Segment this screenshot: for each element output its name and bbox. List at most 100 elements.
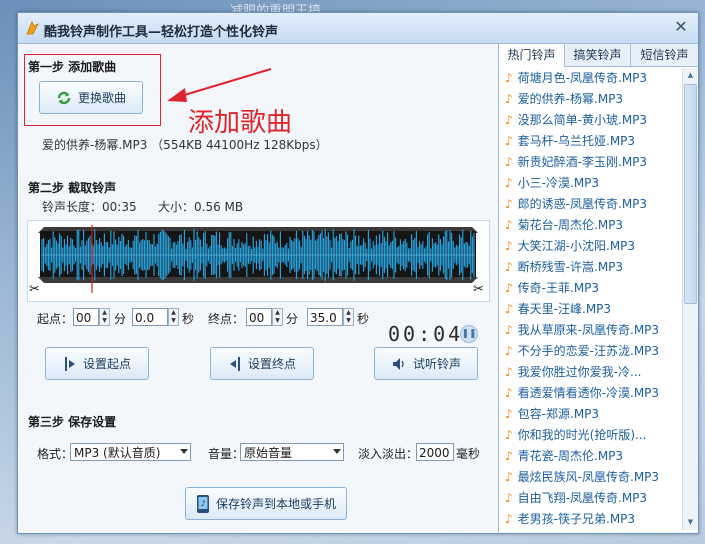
ringtone-item[interactable]: ♪ 不分手的恋爱-汪苏泷.MP3 bbox=[499, 341, 682, 362]
end-second-input[interactable]: 35.0 bbox=[307, 308, 343, 326]
start-minute-spinner[interactable]: ▲ ▼ bbox=[99, 308, 110, 326]
title-bar[interactable]: 酷我铃声制作工具—轻松打造个性化铃声 ✕ bbox=[18, 13, 698, 44]
ringtone-item[interactable]: ♪ 新贵妃醉酒-李玉刚.MP3 bbox=[499, 152, 682, 173]
end-minute-input[interactable]: 00 bbox=[246, 308, 272, 326]
ringtone-item[interactable]: ♪ 菊花台-周杰伦.MP3 bbox=[499, 215, 682, 236]
music-note-icon: ♪ bbox=[505, 302, 513, 316]
ringtone-item[interactable]: ♪ 你和我的时光(抢听版)... bbox=[499, 425, 682, 446]
music-note-icon: ♪ bbox=[505, 197, 513, 211]
ringtone-title: 包容-郑源.MP3 bbox=[517, 407, 600, 421]
ringtone-item[interactable]: ♪ 春天里-汪峰.MP3 bbox=[499, 299, 682, 320]
waveform-area[interactable]: ✂ ✂ bbox=[27, 220, 490, 302]
ringtone-item[interactable]: ♪ 断桥残雪-许嵩.MP3 bbox=[499, 257, 682, 278]
music-note-icon: ♪ bbox=[505, 92, 513, 106]
ringtone-item[interactable]: ♪ 青花瓷-周杰伦.MP3 bbox=[499, 446, 682, 467]
ringtone-list: ♪ 荷塘月色-凤凰传奇.MP3 ♪ 爱的供养-杨幂.MP3 ♪ 没那么简单-黄小琥.MP3… bbox=[499, 68, 682, 530]
music-note-icon: ♪ bbox=[505, 176, 513, 190]
pause-icon[interactable]: ❚❚ bbox=[460, 325, 478, 343]
phone-icon: ♪ bbox=[196, 494, 209, 513]
ringtone-item[interactable]: ♪ 没那么简单-黄小琥.MP3 bbox=[499, 110, 682, 131]
ringtone-item[interactable]: ♪ 传奇-王菲.MP3 bbox=[499, 278, 682, 299]
window-title: 酷我铃声制作工具—轻松打造个性化铃声 bbox=[44, 25, 279, 40]
ringtone-title: 我爱你胜过你爱我-冷... bbox=[517, 365, 642, 379]
ringtone-title: 没那么简单-黄小琥.MP3 bbox=[517, 113, 648, 127]
ringtone-title: 断桥残雪-许嵩.MP3 bbox=[517, 260, 624, 274]
length-value: 00:35 bbox=[102, 200, 137, 214]
set-start-label: 设置起点 bbox=[82, 357, 131, 371]
ringtone-item[interactable]: ♪ 自由飞翔-凤凰传奇.MP3 bbox=[499, 488, 682, 509]
music-note-icon: ♪ bbox=[505, 218, 513, 232]
format-value: MP3 (默认音质) bbox=[74, 446, 161, 460]
ringtone-item[interactable]: ♪ 郎的诱惑-凤凰传奇.MP3 bbox=[499, 194, 682, 215]
set-start-button[interactable]: 设置起点 bbox=[45, 347, 149, 380]
app-logo-icon bbox=[26, 21, 39, 35]
annotation-text: 添加歌曲 bbox=[188, 108, 293, 138]
ringtone-item[interactable]: ♪ 爱的供养-杨幂.MP3 bbox=[499, 89, 682, 110]
ringtone-size: 大小：0.56 MB bbox=[158, 198, 243, 215]
set-end-button[interactable]: 设置终点 bbox=[210, 347, 314, 380]
scroll-up-icon[interactable]: ▲ bbox=[684, 69, 697, 82]
ringtone-item[interactable]: ♪ 看透爱情看透你-冷漠.MP3 bbox=[499, 383, 682, 404]
ringtone-title: 传奇-王菲.MP3 bbox=[517, 281, 600, 295]
ringtone-item[interactable]: ♪ 我爱你胜过你爱我-冷... bbox=[499, 362, 682, 383]
music-note-icon: ♪ bbox=[505, 491, 513, 505]
change-song-button[interactable]: 更换歌曲 bbox=[39, 81, 143, 114]
ringtone-item[interactable]: ♪ 小三-冷漠.MP3 bbox=[499, 173, 682, 194]
ringtone-title: 看透爱情看透你-冷漠.MP3 bbox=[517, 386, 660, 400]
start-second-spinner[interactable]: ▲ ▼ bbox=[168, 308, 179, 326]
ringtone-item[interactable]: ♪ 套马杆-乌兰托娅.MP3 bbox=[499, 131, 682, 152]
close-icon[interactable]: ✕ bbox=[672, 18, 690, 36]
music-note-icon: ♪ bbox=[505, 71, 513, 85]
ringtone-item[interactable]: ♪ 大笑江湖-小沈阳.MP3 bbox=[499, 236, 682, 257]
ringtone-title: 郎的诱惑-凤凰传奇.MP3 bbox=[517, 197, 648, 211]
ringtone-item[interactable]: ♪ 老男孩-筷子兄弟.MP3 bbox=[499, 509, 682, 530]
end-second-unit: 秒 bbox=[357, 312, 370, 326]
music-note-icon: ♪ bbox=[505, 428, 513, 442]
ringtone-title: 春天里-汪峰.MP3 bbox=[517, 302, 612, 316]
preview-ringtone-button[interactable]: 试听铃声 bbox=[374, 347, 478, 380]
fade-label: 淡入淡出： bbox=[358, 447, 419, 461]
waveform bbox=[38, 225, 478, 293]
change-song-label: 更换歌曲 bbox=[77, 91, 126, 105]
ringtone-title: 爱的供养-杨幂.MP3 bbox=[517, 92, 624, 106]
start-label: 起点： bbox=[37, 312, 74, 326]
ringtone-item[interactable]: ♪ 最炫民族风-凤凰传奇.MP3 bbox=[499, 467, 682, 488]
preview-label: 试听铃声 bbox=[412, 357, 461, 371]
start-scissor-icon[interactable]: ✂ bbox=[29, 282, 40, 297]
ringtone-item[interactable]: ♪ 我从草原来-凤凰传奇.MP3 bbox=[499, 320, 682, 341]
start-minute-input[interactable]: 00 bbox=[73, 308, 99, 326]
end-scissor-icon[interactable]: ✂ bbox=[473, 282, 484, 297]
end-label: 终点： bbox=[208, 312, 245, 326]
ringtone-title: 我从草原来-凤凰传奇.MP3 bbox=[517, 323, 660, 337]
chevron-down-icon bbox=[180, 449, 188, 454]
ringtone-list-panel: 热门铃声 搞笑铃声 短信铃声 ♪ 荷塘月色-凤凰传奇.MP3 ♪ 爱的供养-杨幂.MP… bbox=[498, 44, 698, 532]
editor-panel: 第一步 添加歌曲 更换歌曲 添加歌曲 爱的供养-杨幂.MP3 （554KB 44… bbox=[18, 44, 497, 532]
ringtone-length: 铃声长度：00:35 bbox=[42, 198, 137, 215]
music-note-icon: ♪ bbox=[505, 386, 513, 400]
ringtone-item[interactable]: ♪ 包容-郑源.MP3 bbox=[499, 404, 682, 425]
tab-funny-ringtones[interactable]: 搞笑铃声 bbox=[565, 44, 631, 66]
set-end-label: 设置终点 bbox=[247, 357, 296, 371]
refresh-icon bbox=[57, 91, 71, 104]
end-minute-spinner[interactable]: ▲ ▼ bbox=[272, 308, 283, 326]
tab-hot-ringtones[interactable]: 热门铃声 bbox=[499, 44, 565, 67]
end-second-spinner[interactable]: ▲ ▼ bbox=[343, 308, 354, 326]
ringtone-maker-window: 酷我铃声制作工具—轻松打造个性化铃声 ✕ 第一步 添加歌曲 更换歌曲 添加歌曲 … bbox=[17, 12, 699, 534]
music-note-icon: ♪ bbox=[505, 260, 513, 274]
save-ringtone-button[interactable]: ♪ 保存铃声到本地或手机 bbox=[185, 487, 347, 520]
song-file-info: 爱的供养-杨幂.MP3 （554KB 44100Hz 128Kbps） bbox=[42, 138, 328, 152]
scroll-thumb[interactable] bbox=[684, 84, 697, 304]
ringtone-title: 套马杆-乌兰托娅.MP3 bbox=[517, 134, 636, 148]
music-note-icon: ♪ bbox=[505, 113, 513, 127]
music-note-icon: ♪ bbox=[505, 344, 513, 358]
format-select[interactable]: MP3 (默认音质) bbox=[70, 443, 191, 461]
ringtone-title: 大笑江湖-小沈阳.MP3 bbox=[517, 239, 636, 253]
volume-select[interactable]: 原始音量 bbox=[240, 443, 344, 461]
fade-input[interactable]: 2000 bbox=[416, 443, 454, 461]
start-second-input[interactable]: 0.0 bbox=[132, 308, 168, 326]
list-scrollbar[interactable]: ▲ ▼ bbox=[682, 68, 698, 530]
music-note-icon: ♪ bbox=[505, 365, 513, 379]
ringtone-item[interactable]: ♪ 荷塘月色-凤凰传奇.MP3 bbox=[499, 68, 682, 89]
tab-sms-ringtones[interactable]: 短信铃声 bbox=[631, 44, 698, 66]
scroll-down-icon[interactable]: ▼ bbox=[684, 516, 697, 529]
